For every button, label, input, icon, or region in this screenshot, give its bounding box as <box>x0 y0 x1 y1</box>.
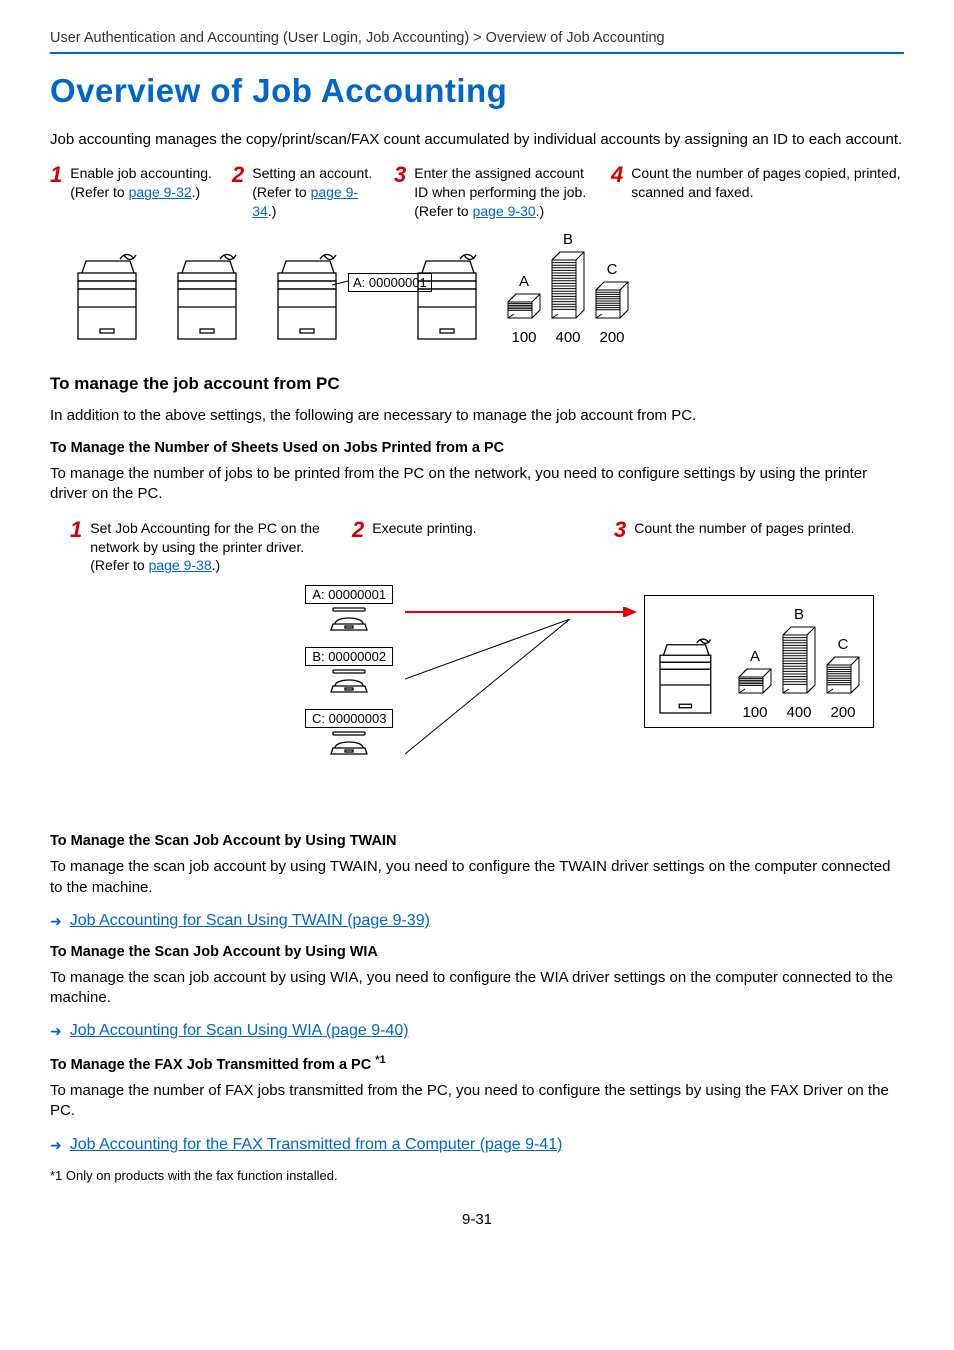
step-number: 3 <box>614 519 626 576</box>
section-heading-pc: To manage the job account from PC <box>50 374 904 394</box>
diagram-pc-to-printer: A: 00000001 B: 00000002 C: 00000003 A 100… <box>50 585 904 815</box>
paper-stack-icon <box>506 292 542 327</box>
stack-top-label: B <box>563 231 573 248</box>
step-number: 4 <box>611 164 623 221</box>
step-text: Enter the assigned account ID when perfo… <box>414 164 599 221</box>
section-intro-pc: In addition to the above settings, the f… <box>50 406 904 426</box>
wia-link[interactable]: Job Accounting for Scan Using WIA (page … <box>70 1022 409 1040</box>
stack-bottom-label: 400 <box>555 329 580 346</box>
illustration-row-1: A: 00000001 A 100 B 400 C 200 <box>70 231 904 346</box>
paper-stack-icon <box>825 655 861 702</box>
step-1: 1 Enable job accounting. (Refer to page … <box>50 164 220 221</box>
stack-top-label: A <box>750 648 760 665</box>
pc-id-label: C: 00000003 <box>305 709 393 728</box>
header-rule <box>50 52 904 54</box>
pc-list: A: 00000001 B: 00000002 C: 00000003 <box>305 585 393 761</box>
mfp-icon <box>410 251 490 346</box>
steps-row-1: 1 Enable job accounting. (Refer to page … <box>50 164 904 221</box>
pc-id-label: A: 00000001 <box>305 585 393 604</box>
stack-top-label: A <box>519 273 529 290</box>
mfp-icon <box>70 251 150 346</box>
stack-bottom-label: 100 <box>742 704 767 721</box>
laptop-icon <box>327 730 371 761</box>
page-stacks: A 100 B 400 C 200 <box>506 231 630 346</box>
step-text: Set Job Accounting for the PC on the net… <box>90 519 340 576</box>
stack-bottom-label: 100 <box>511 329 536 346</box>
link-row-fax: ➜ Job Accounting for the FAX Transmitted… <box>50 1136 904 1154</box>
stack-bottom-label: 400 <box>786 704 811 721</box>
link-row-wia: ➜ Job Accounting for Scan Using WIA (pag… <box>50 1022 904 1040</box>
stack-col: A 100 <box>506 273 542 346</box>
paper-stack-icon <box>737 667 773 702</box>
paper-stack-icon <box>781 625 817 702</box>
fax-link[interactable]: Job Accounting for the FAX Transmitted f… <box>70 1136 563 1154</box>
pc-item: B: 00000002 <box>305 647 393 699</box>
page-number: 9-31 <box>50 1211 904 1228</box>
sub-heading-wia: To Manage the Scan Job Account by Using … <box>50 944 904 960</box>
pc-item: A: 00000001 <box>305 585 393 637</box>
stack-top-label: C <box>607 261 618 278</box>
pc-item: C: 00000003 <box>305 709 393 761</box>
laptop-icon <box>327 606 371 637</box>
sub-heading-twain: To Manage the Scan Job Account by Using … <box>50 833 904 849</box>
footnote: *1 Only on products with the fax functio… <box>50 1168 904 1183</box>
line <box>405 619 575 759</box>
paper-stack-icon <box>550 250 586 327</box>
laptop-icon <box>327 668 371 699</box>
page-stacks: A 100 B 400 C 200 <box>737 606 861 721</box>
sub-text-wia: To manage the scan job account by using … <box>50 968 904 1009</box>
sub-heading-fax: To Manage the FAX Job Transmitted from a… <box>50 1054 904 1073</box>
pc-id-label: B: 00000002 <box>305 647 393 666</box>
intro-text: Job accounting manages the copy/print/sc… <box>50 130 904 150</box>
step-number: 1 <box>70 519 82 576</box>
sub-text-fax: To manage the number of FAX jobs transmi… <box>50 1081 904 1122</box>
pointer <box>332 279 352 291</box>
step-3: 3 Count the number of pages printed. <box>614 519 904 576</box>
step-1: 1 Set Job Accounting for the PC on the n… <box>70 519 340 576</box>
arrow-icon: ➜ <box>50 1137 62 1154</box>
page-link[interactable]: page 9-30 <box>473 203 536 219</box>
breadcrumb: User Authentication and Accounting (User… <box>50 30 904 46</box>
stack-bottom-label: 200 <box>830 704 855 721</box>
step-text: Setting an account. (Refer to page 9-34.… <box>252 164 382 221</box>
steps-row-2: 1 Set Job Accounting for the PC on the n… <box>70 519 904 576</box>
page-link[interactable]: page 9-38 <box>149 557 212 573</box>
page-title: Overview of Job Accounting <box>50 72 904 110</box>
page-link[interactable]: page 9-32 <box>129 184 192 200</box>
step-number: 3 <box>394 164 406 221</box>
step-2: 2 Setting an account. (Refer to page 9-3… <box>232 164 382 221</box>
sub-heading-sheets: To Manage the Number of Sheets Used on J… <box>50 440 904 456</box>
step-text: Enable job accounting. (Refer to page 9-… <box>70 164 220 221</box>
stack-col: A 100 <box>737 648 773 721</box>
arrow-icon: ➜ <box>50 913 62 930</box>
step-text: Execute printing. <box>372 519 476 576</box>
stack-top-label: C <box>838 636 849 653</box>
stack-bottom-label: 200 <box>599 329 624 346</box>
paper-stack-icon <box>594 280 630 327</box>
printer-count-box: A 100 B 400 C 200 <box>644 595 874 728</box>
link-row-twain: ➜ Job Accounting for Scan Using TWAIN (p… <box>50 912 904 930</box>
arrow-icon: ➜ <box>50 1023 62 1040</box>
mfp-icon <box>653 636 723 721</box>
step-3: 3 Enter the assigned account ID when per… <box>394 164 599 221</box>
stack-col: B 400 <box>550 231 586 346</box>
sub-text-twain: To manage the scan job account by using … <box>50 857 904 898</box>
step-2: 2 Execute printing. <box>352 519 602 576</box>
count-block: A 100 B 400 C 200 <box>410 231 630 346</box>
step-4: 4 Count the number of pages copied, prin… <box>611 164 904 221</box>
stack-col: C 200 <box>594 261 630 346</box>
step-number: 2 <box>352 519 364 576</box>
step-text: Count the number of pages copied, printe… <box>631 164 904 221</box>
step-number: 1 <box>50 164 62 221</box>
mfp-icon: A: 00000001 <box>270 251 350 346</box>
stack-col: B 400 <box>781 606 817 721</box>
stack-top-label: B <box>794 606 804 623</box>
step-number: 2 <box>232 164 244 221</box>
step-text: Count the number of pages printed. <box>634 519 854 576</box>
twain-link[interactable]: Job Accounting for Scan Using TWAIN (pag… <box>70 912 430 930</box>
stack-col: C 200 <box>825 636 861 721</box>
mfp-icon <box>170 251 250 346</box>
sub-intro-sheets: To manage the number of jobs to be print… <box>50 464 904 505</box>
red-arrow <box>405 607 645 617</box>
